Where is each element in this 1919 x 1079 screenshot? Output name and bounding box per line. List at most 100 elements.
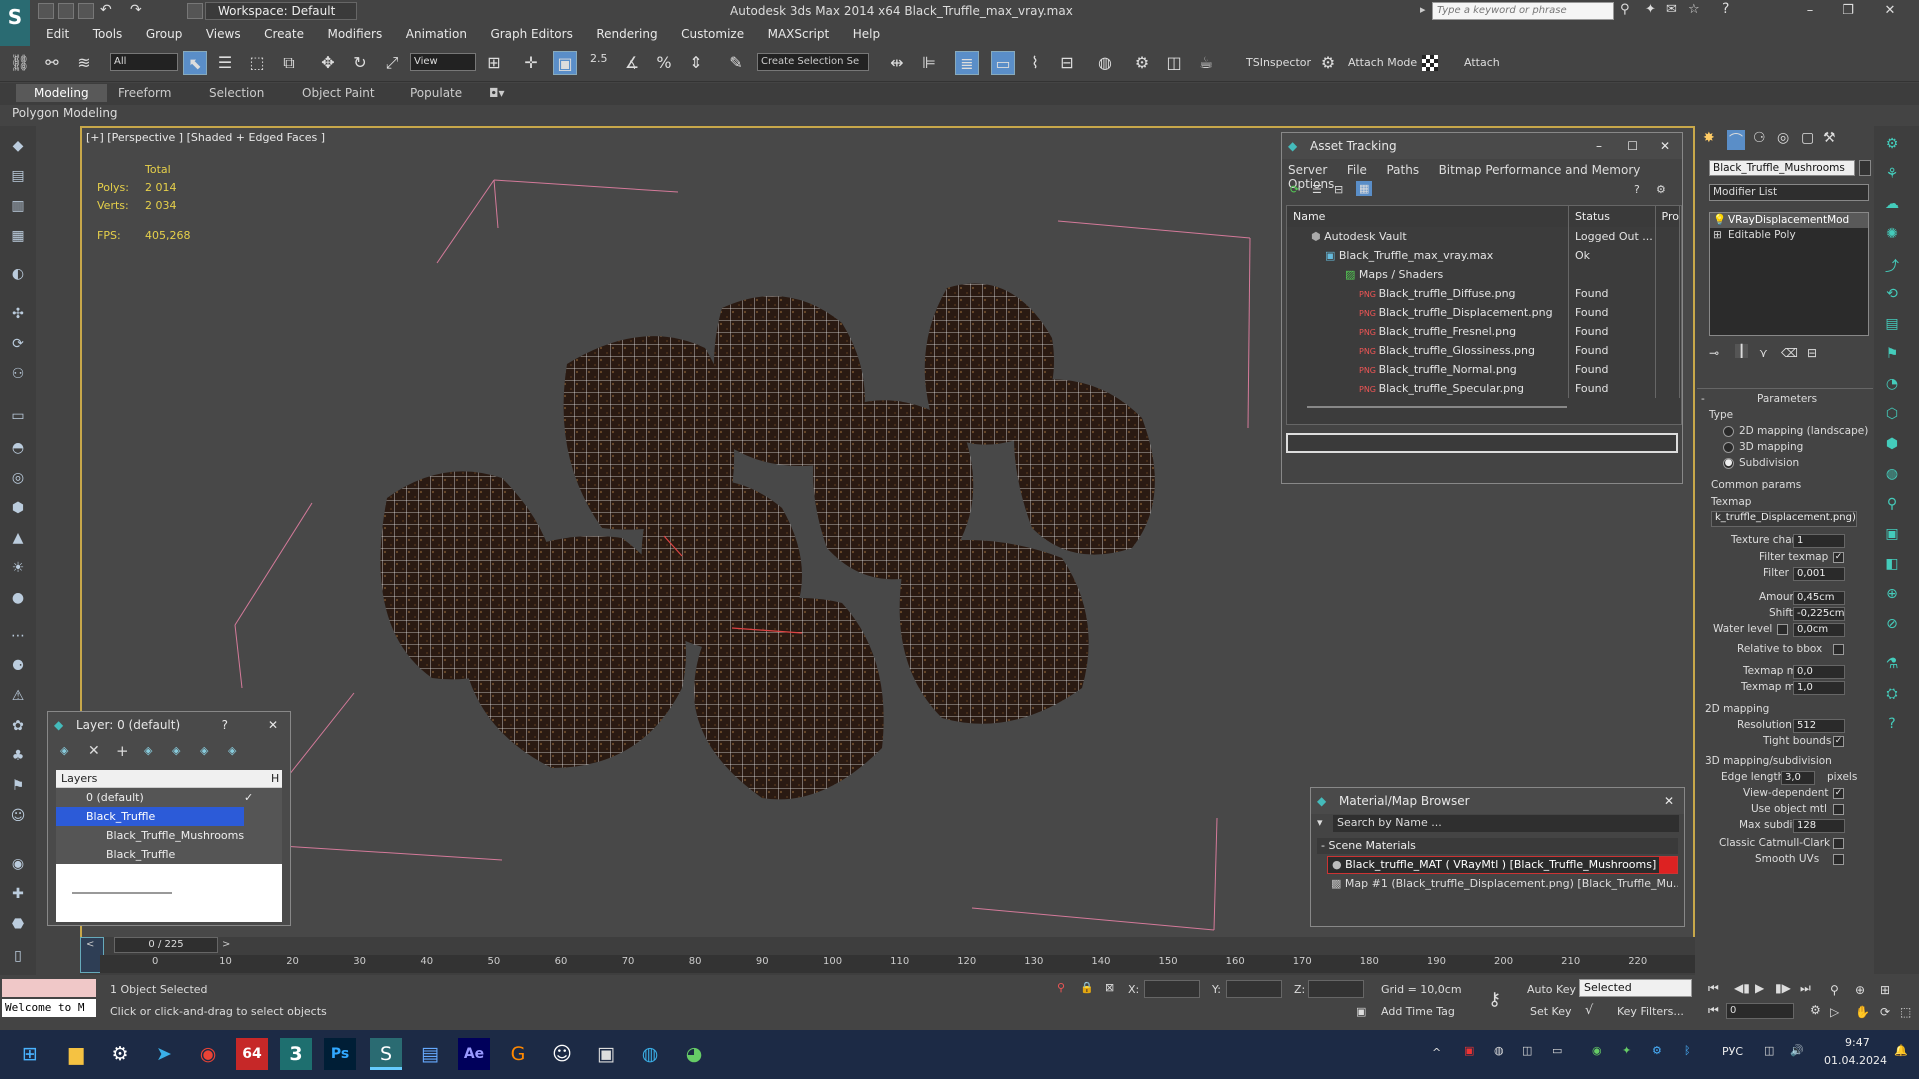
reference-coord-dropdown[interactable]: View bbox=[410, 53, 476, 71]
next-frame-icon[interactable]: ▮▶ bbox=[1775, 981, 1791, 995]
time-tag-icon[interactable]: ▣ bbox=[1356, 1005, 1366, 1018]
current-layer-check-icon[interactable]: ✓ bbox=[244, 788, 253, 807]
asset-menu-bitmap[interactable]: Bitmap Performance and Memory bbox=[1439, 163, 1641, 177]
graphite-toggle-icon[interactable]: ▭ bbox=[991, 51, 1015, 75]
menu-graph-editors[interactable]: Graph Editors bbox=[490, 24, 572, 44]
right-tool-icon-8[interactable]: ⚑ bbox=[1881, 346, 1903, 368]
texmap-max-input[interactable]: 1,0 bbox=[1793, 681, 1845, 695]
window-crossing-icon[interactable]: ⧉ bbox=[277, 51, 301, 75]
menu-tools[interactable]: Tools bbox=[93, 24, 123, 44]
goto-start-icon[interactable]: ⏮ bbox=[1708, 981, 1719, 996]
shift-input[interactable]: -0,225cm bbox=[1793, 607, 1845, 621]
asset-menu-file[interactable]: File bbox=[1347, 163, 1367, 177]
truffle-mesh[interactable] bbox=[380, 283, 1155, 800]
fov-icon[interactable]: ▷ bbox=[1830, 1005, 1839, 1019]
table-row[interactable]: ▨ Maps / Shaders bbox=[1287, 265, 1681, 284]
add-time-tag[interactable]: Add Time Tag bbox=[1381, 1005, 1455, 1018]
current-frame-input[interactable]: 0 bbox=[1726, 1003, 1794, 1019]
tab-selection[interactable]: Selection bbox=[209, 86, 264, 100]
keyboard-shortcut-icon[interactable]: ▣ bbox=[553, 51, 577, 75]
display-tab-icon[interactable]: ▢ bbox=[1801, 130, 1814, 146]
smooth-uvs-checkbox[interactable] bbox=[1833, 854, 1844, 865]
torus-icon[interactable]: ◎ bbox=[7, 470, 29, 492]
render-icon[interactable]: ☕ bbox=[1194, 51, 1218, 75]
network-icon[interactable]: ◫ bbox=[1764, 1044, 1774, 1057]
search-input[interactable]: Type a keyword or phrase bbox=[1432, 2, 1614, 20]
selection-lock-icon[interactable]: 🔒 bbox=[1080, 981, 1094, 994]
open-file-icon[interactable] bbox=[58, 3, 74, 19]
asset-minimize-icon[interactable]: – bbox=[1596, 133, 1602, 159]
3dsmax-active-icon[interactable]: S bbox=[370, 1038, 402, 1070]
right-help-icon[interactable]: ? bbox=[1881, 716, 1903, 738]
texmap-min-input[interactable]: 0,0 bbox=[1793, 665, 1845, 679]
tool-icon-15[interactable]: ☺ bbox=[7, 808, 29, 830]
communication-icon[interactable]: ✉ bbox=[1666, 2, 1677, 17]
app-g-icon[interactable]: G bbox=[502, 1038, 534, 1070]
angle-snap-icon[interactable]: ∡ bbox=[620, 51, 644, 75]
menu-animation[interactable]: Animation bbox=[406, 24, 467, 44]
table-row[interactable]: PNG Black_truffle_Fresnel.png Found bbox=[1287, 322, 1681, 341]
file-explorer-icon[interactable]: ▆ bbox=[60, 1038, 92, 1070]
table-row[interactable]: PNG Black_truffle_Diffuse.png Found bbox=[1287, 284, 1681, 303]
tool-icon-2[interactable]: ▤ bbox=[7, 168, 29, 190]
right-tool-icon-19[interactable]: ⛭ bbox=[1881, 686, 1903, 708]
tool-icon-1[interactable]: ◆ bbox=[7, 138, 29, 160]
windows-start-icon[interactable]: ⊞ bbox=[14, 1038, 46, 1070]
stack-item-vraydisplacement[interactable]: 💡 VRayDisplacementMod bbox=[1710, 213, 1868, 228]
viewport-label[interactable]: [+] [Perspective ] [Shaded + Edged Faces… bbox=[86, 131, 325, 144]
absolute-mode-icon[interactable]: ⊠ bbox=[1105, 981, 1114, 994]
col-status[interactable]: Status bbox=[1568, 206, 1656, 227]
modifier-list-dropdown[interactable]: Modifier List bbox=[1709, 184, 1869, 201]
percent-snap-icon[interactable]: % bbox=[652, 51, 676, 75]
table-row[interactable]: PNG Black_truffle_Glossiness.png Found bbox=[1287, 341, 1681, 360]
snap-toggle[interactable]: 2.5 bbox=[590, 52, 608, 65]
tray-icon-5[interactable]: ◉ bbox=[1592, 1044, 1602, 1057]
configure-sets-icon[interactable]: ⊟ bbox=[1807, 346, 1817, 360]
table-row[interactable]: PNG Black_truffle_Specular.png Found bbox=[1287, 379, 1681, 398]
layer-icon-2[interactable]: ◈ bbox=[144, 744, 152, 757]
utilities-tab-icon[interactable]: ⚒ bbox=[1823, 130, 1836, 146]
rollout-collapse-icon[interactable]: - bbox=[1701, 393, 1705, 405]
move-icon[interactable]: ✥ bbox=[316, 51, 340, 75]
maxscript-listener-pink[interactable] bbox=[2, 979, 96, 997]
polygon-modeling-label[interactable]: Polygon Modeling bbox=[12, 106, 118, 120]
asset-help-icon[interactable]: ? bbox=[1634, 183, 1640, 196]
save-file-icon[interactable] bbox=[78, 3, 94, 19]
tree-view-icon[interactable]: ⊟ bbox=[1334, 183, 1343, 196]
light-icon[interactable]: ☀ bbox=[7, 560, 29, 582]
right-tool-icon-13[interactable]: ⚲ bbox=[1881, 496, 1903, 518]
chrome-icon[interactable]: ◉ bbox=[192, 1038, 224, 1070]
use-object-mtl-checkbox[interactable] bbox=[1833, 804, 1844, 815]
tray-icon-2[interactable]: ◍ bbox=[1494, 1044, 1504, 1057]
material-editor-icon[interactable]: ◍ bbox=[1093, 51, 1117, 75]
col-name[interactable]: Name bbox=[1287, 206, 1569, 227]
texture-chan-input[interactable]: 1 bbox=[1793, 534, 1845, 548]
layer-row[interactable]: Black_Truffle bbox=[56, 845, 282, 864]
add-layer-icon[interactable]: + bbox=[116, 742, 129, 760]
right-tool-icon-12[interactable]: ◍ bbox=[1881, 466, 1903, 488]
asset-settings-icon[interactable]: ⚙ bbox=[1656, 183, 1666, 196]
right-tool-icon-5[interactable]: ⤴ bbox=[1881, 256, 1903, 278]
show-end-result-icon[interactable]: ┃ bbox=[1735, 344, 1749, 358]
list-view-icon[interactable]: ☰ bbox=[1312, 183, 1322, 196]
hierarchy-tab-icon[interactable]: ⚆ bbox=[1753, 130, 1766, 146]
isolate-icon[interactable]: ⚲ bbox=[1057, 981, 1065, 994]
input-language[interactable]: РУС bbox=[1722, 1045, 1743, 1058]
play-icon[interactable]: ▶ bbox=[1755, 981, 1764, 995]
tray-icon-1[interactable]: ▣ bbox=[1464, 1044, 1474, 1057]
render-setup-icon[interactable]: ⚙ bbox=[1130, 51, 1154, 75]
edit-named-selection-icon[interactable]: ✎ bbox=[724, 51, 748, 75]
tool-icon-10[interactable]: ⋯ bbox=[7, 628, 29, 650]
maximize-viewport-icon[interactable]: ⬚ bbox=[1900, 1005, 1911, 1019]
tight-bounds-checkbox[interactable]: ✓ bbox=[1833, 736, 1844, 747]
schematic-view-icon[interactable]: ⊟ bbox=[1055, 51, 1079, 75]
selection-filter-dropdown[interactable]: All bbox=[110, 53, 178, 71]
notepad-icon[interactable]: ▤ bbox=[414, 1038, 446, 1070]
table-row[interactable]: PNG Black_truffle_Displacement.png Found bbox=[1287, 303, 1681, 322]
scene-materials-header[interactable]: - Scene Materials bbox=[1317, 838, 1678, 854]
z-coordinate-input[interactable] bbox=[1308, 980, 1364, 998]
task-manager-icon[interactable]: ⚙ bbox=[104, 1038, 136, 1070]
zoom-extents-icon[interactable]: ⊞ bbox=[1880, 983, 1890, 997]
tool-icon-5[interactable]: ◐ bbox=[7, 266, 29, 288]
menu-group[interactable]: Group bbox=[146, 24, 183, 44]
